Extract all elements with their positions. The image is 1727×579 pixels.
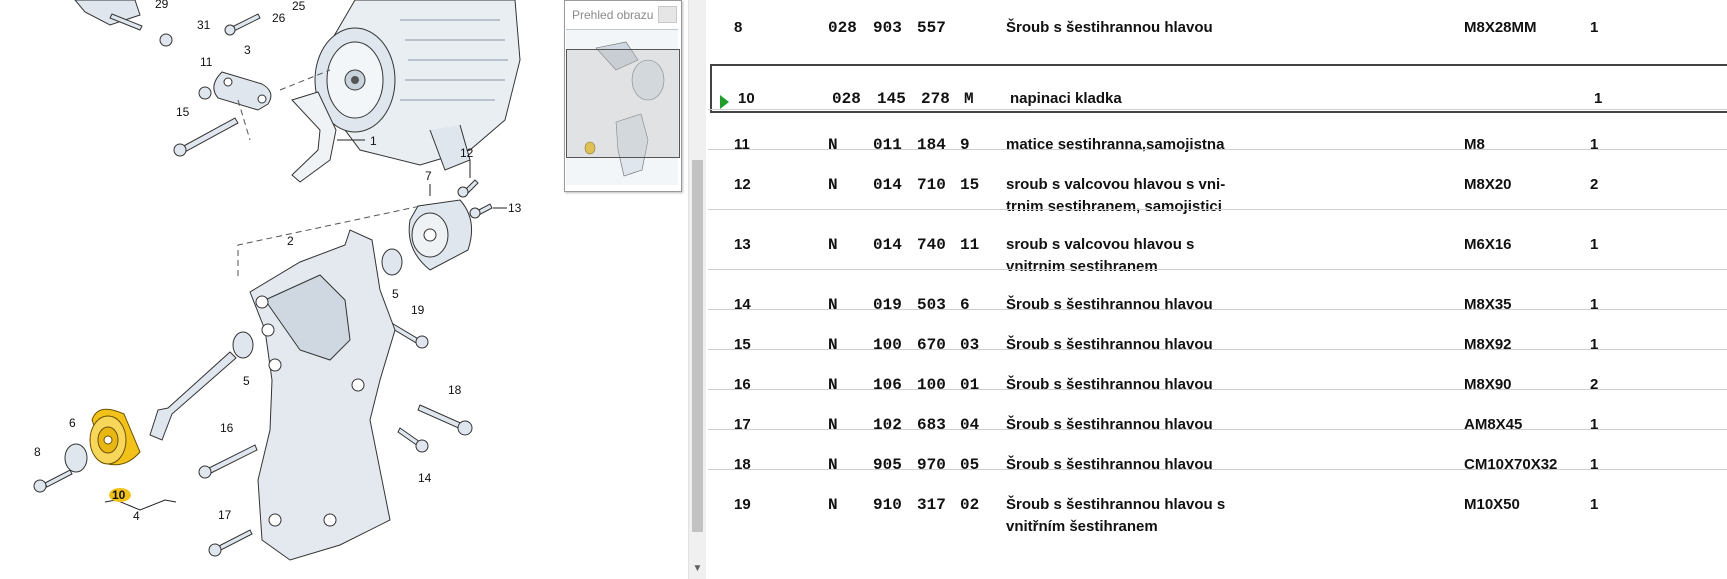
cell-description: Šroub s šestihrannou hlavou s vnitřním š…	[1006, 496, 1226, 535]
table-row[interactable]: 15 N 100 670 03 Šroub s šestihrannou hlavou M8…	[708, 309, 1727, 354]
cell-part-main: 910	[873, 496, 902, 514]
callout-2: 2	[287, 234, 294, 248]
cell-description: napinaci kladka	[1010, 90, 1122, 107]
cell-part-middle: 740	[917, 236, 946, 254]
cell-part-main: 145	[877, 90, 906, 108]
callout-7: 7	[425, 169, 432, 183]
tensioner-drawing	[408, 199, 473, 271]
cell-part-prefix: N	[828, 176, 838, 194]
cell-part-prefix: N	[828, 236, 838, 254]
cell-quantity: 2	[1590, 176, 1599, 193]
nut-drawing	[198, 86, 212, 100]
cell-part-suffix: M	[964, 90, 974, 108]
callout-11: 11	[200, 55, 213, 69]
vertical-scrollbar[interactable]: ▼	[688, 0, 706, 579]
cell-specification: M10X50	[1464, 496, 1520, 513]
cell-part-main: 014	[873, 236, 902, 254]
main-bracket-drawing	[249, 229, 396, 561]
table-row[interactable]: 18 N 905 970 05 Šroub s šestihrannou hlavou CM…	[708, 429, 1727, 474]
alternator-drawing	[314, 0, 521, 171]
cell-part-middle: 317	[917, 496, 946, 514]
cell-specification: M6X16	[1464, 236, 1512, 253]
callout-3: 3	[244, 43, 251, 57]
table-row[interactable]: 17 N 102 683 04 Šroub s šestihrannou hlavou AM…	[708, 389, 1727, 434]
table-row[interactable]: 11 N 011 184 9 matice sestihranna,samojistna M…	[708, 109, 1727, 154]
washer-drawing	[381, 248, 403, 276]
cell-part-middle: 278	[921, 90, 950, 108]
cell-position: 8	[734, 19, 743, 36]
cell-part-prefix: 028	[828, 19, 857, 37]
callout-17: 17	[218, 508, 232, 522]
cell-part-main: 014	[873, 176, 902, 194]
callout-31: 31	[197, 18, 211, 32]
cell-part-suffix: 11	[960, 236, 980, 254]
callout-19: 19	[411, 303, 425, 317]
parts-table: 8 028 903 557 Šroub s šestihrannou hlavou M8X…	[708, 0, 1727, 579]
overview-title: Prehled obrazu	[572, 8, 654, 22]
callout-15: 15	[176, 105, 190, 119]
washer-6-drawing	[64, 443, 88, 473]
exploded-parts-diagram[interactable]: 29 31 26 25 3 11 15 1 12 13 7 2 5 19 5 1…	[0, 0, 688, 579]
table-row[interactable]: 12 N 014 710 15 sroub s valcovou hlavou s vni…	[708, 149, 1727, 215]
cell-part-middle: 710	[917, 176, 946, 194]
cell-quantity: 1	[1590, 236, 1599, 253]
cell-specification: M8X20	[1464, 176, 1512, 193]
overview-viewport-frame[interactable]	[566, 49, 680, 158]
callout-12: 12	[460, 146, 474, 160]
pulley-highlight-drawing	[89, 408, 141, 466]
scroll-down-arrow-icon[interactable]: ▼	[689, 559, 706, 579]
callout-8: 8	[34, 445, 41, 459]
cell-part-main: 903	[873, 19, 902, 37]
cell-position: 10	[738, 90, 755, 107]
callout-5: 5	[392, 287, 399, 301]
table-row[interactable]: 19 N 910 317 02 Šroub s šestihrannou hlavou s…	[708, 469, 1727, 535]
callout-14: 14	[418, 471, 432, 485]
table-row[interactable]: 16 N 106 100 01 Šroub s šestihrannou hlavou M8…	[708, 349, 1727, 394]
callout-18: 18	[448, 383, 462, 397]
cell-part-middle: 557	[917, 19, 946, 37]
cell-part-prefix: 028	[832, 90, 861, 108]
cell-position: 12	[734, 176, 751, 193]
washer-drawing-2	[232, 331, 254, 359]
table-row[interactable]: 10 028 145 278 Mnapinaci kladka 1	[710, 64, 1727, 113]
callout-26: 26	[272, 11, 286, 25]
callout-6: 6	[69, 416, 76, 430]
cell-description: Šroub s šestihrannou hlavou	[1006, 19, 1213, 36]
callout-4: 4	[133, 509, 140, 523]
cell-position: 13	[734, 236, 751, 253]
cell-specification: M8X28MM	[1464, 19, 1537, 36]
cell-position: 19	[734, 496, 751, 513]
callout-1: 1	[370, 134, 377, 148]
overview-window[interactable]: Prehled obrazu	[564, 0, 682, 192]
callout-25: 25	[292, 0, 306, 13]
cell-quantity: 1	[1594, 90, 1603, 107]
cell-part-prefix: N	[828, 496, 838, 514]
table-row[interactable]: 8 028 903 557 Šroub s šestihrannou hlavou M8X…	[708, 0, 1727, 41]
cell-part-suffix: 02	[960, 496, 980, 514]
table-row[interactable]: 13 N 014 740 11 sroub s valcovou hlavou s vni…	[708, 209, 1727, 275]
callout-16: 16	[220, 421, 234, 435]
callout-13: 13	[508, 201, 522, 215]
overview-close-button[interactable]	[658, 6, 677, 23]
selected-row-marker-icon	[720, 95, 729, 109]
strap-drawing	[213, 71, 272, 111]
cell-quantity: 1	[1590, 496, 1599, 513]
cell-quantity: 1	[1590, 19, 1599, 36]
callout-29: 29	[155, 0, 169, 11]
cell-part-suffix: 15	[960, 176, 980, 194]
table-row[interactable]: 14 N 019 503 6 Šroub s šestihrannou hlavou M8X…	[708, 269, 1727, 314]
scrollbar-thumb[interactable]	[692, 160, 703, 532]
callout-5-b: 5	[243, 374, 250, 388]
callout-10: 10	[112, 488, 126, 502]
